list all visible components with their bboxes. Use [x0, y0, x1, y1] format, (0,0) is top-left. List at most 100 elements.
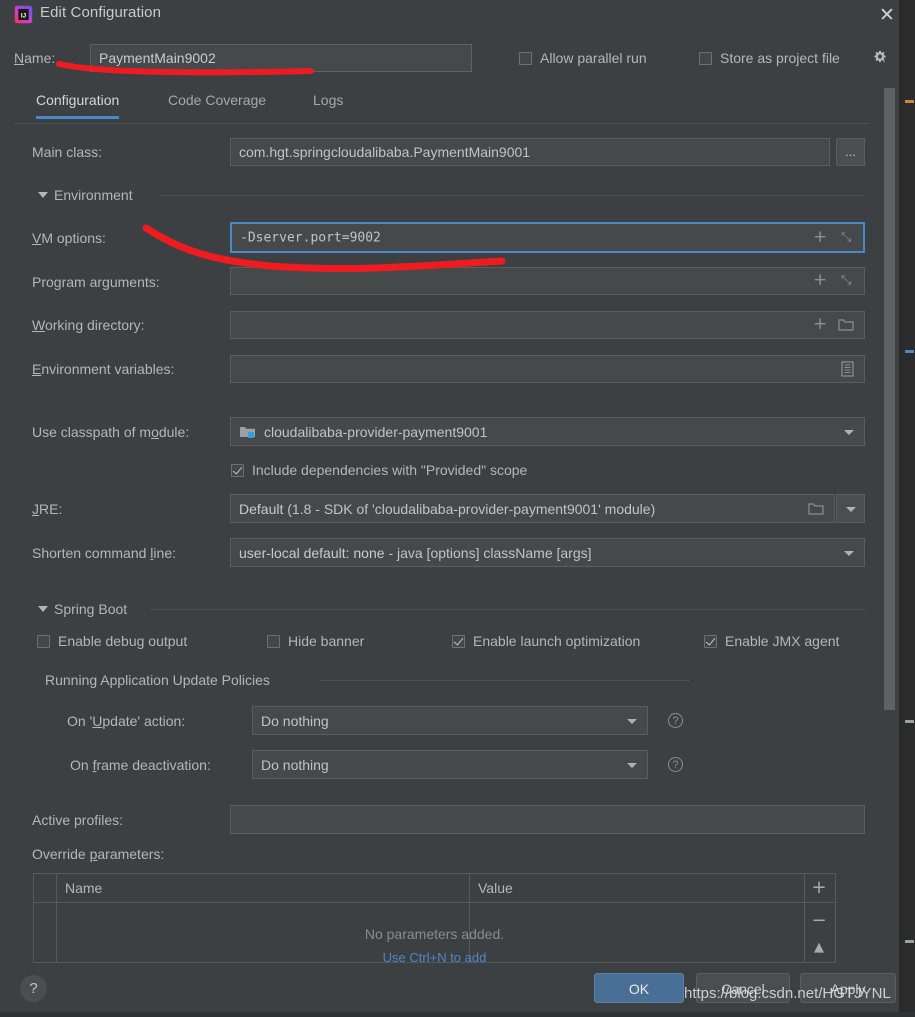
table-empty-message: No parameters added. — [364, 926, 505, 942]
vm-options-label: VM options: — [32, 230, 106, 246]
intellij-idea-icon: IJ — [14, 5, 33, 24]
enable-debug-output-checkbox[interactable]: Enable debug output — [37, 633, 187, 649]
shorten-command-line-label: Shorten command line: — [32, 545, 176, 561]
on-frame-deactivation-question-mark-icon[interactable]: ? — [668, 757, 683, 772]
jre-combo[interactable]: Default (1.8 - SDK of 'cloudalibaba-prov… — [230, 494, 835, 523]
on-frame-deactivation-label: On frame deactivation: — [70, 757, 211, 773]
enable-jmx-agent-checkbox[interactable]: Enable JMX agent — [704, 633, 839, 649]
hide-banner-checkbox[interactable]: Hide banner — [267, 633, 364, 649]
name-label: Name: — [14, 50, 56, 66]
main-class-input[interactable]: com.hgt.springcloudalibaba.PaymentMain90… — [230, 138, 830, 166]
title-bar: IJ Edit Configuration ✕ — [0, 0, 915, 29]
enable-jmx-agent-label: Enable JMX agent — [725, 633, 840, 649]
table-column-name: Name — [65, 880, 103, 896]
help-button[interactable]: ? — [20, 975, 47, 1002]
table-divider-mid — [469, 874, 470, 962]
active-profiles-label: Active profiles: — [32, 812, 124, 828]
hide-banner-box — [267, 635, 280, 648]
use-classpath-value: cloudalibaba-provider-payment9001 — [264, 423, 488, 440]
gutter-mark-other — [905, 720, 914, 723]
triangle-up-icon[interactable]: ▲ — [803, 940, 835, 955]
tab-configuration[interactable]: Configuration — [36, 92, 120, 119]
allow-parallel-run-label: Allow parallel run — [540, 50, 647, 66]
tab-bar: Configuration Code Coverage Logs — [0, 92, 886, 122]
spring-boot-section-label: Spring Boot — [54, 601, 128, 617]
update-policies-section-label: Running Application Update Policies — [45, 672, 270, 688]
gutter-mark-warning — [905, 100, 914, 103]
shorten-command-line-chevron-down-icon[interactable] — [844, 551, 854, 556]
jre-value: Default (1.8 - SDK of 'cloudalibaba-prov… — [239, 500, 656, 517]
environment-collapse-icon[interactable] — [38, 192, 48, 198]
table-column-value: Value — [478, 880, 513, 896]
on-frame-deactivation-combo[interactable]: Do nothing — [252, 750, 648, 779]
override-parameters-label: Override parameters: — [32, 846, 165, 862]
name-input-value: PaymentMain9002 — [99, 50, 216, 66]
hide-banner-label: Hide banner — [288, 633, 365, 649]
jre-label: JRE: — [32, 501, 63, 517]
on-update-action-chevron-down-icon[interactable] — [627, 719, 637, 724]
jre-chevron-down-button[interactable] — [836, 494, 865, 523]
on-frame-deactivation-chevron-down-icon[interactable] — [627, 763, 637, 768]
enable-debug-output-label: Enable debug output — [58, 633, 188, 649]
svg-text:IJ: IJ — [21, 12, 27, 19]
tab-code-coverage[interactable]: Code Coverage — [168, 92, 266, 115]
store-as-project-file-box — [699, 52, 712, 65]
store-as-project-file-checkbox[interactable]: Store as project file — [699, 50, 840, 66]
environment-variables-input[interactable] — [230, 355, 865, 383]
environment-section-divider — [160, 195, 865, 196]
on-update-action-label: On 'Update' action: — [67, 713, 186, 729]
program-arguments-add-icon[interactable]: + — [813, 272, 827, 289]
apply-button[interactable]: Apply — [800, 973, 896, 1003]
shorten-command-line-value: user-local default: none - java [options… — [239, 544, 592, 561]
jre-chevron-down-icon — [846, 507, 856, 512]
spring-boot-section-divider — [150, 609, 865, 610]
name-input[interactable]: PaymentMain9002 — [90, 44, 472, 72]
environment-section-label: Environment — [54, 187, 133, 203]
program-arguments-input[interactable] — [230, 267, 865, 295]
vm-options-expand-icon[interactable]: ⤡ — [841, 230, 851, 245]
enable-launch-optimization-label: Enable launch optimization — [473, 633, 641, 649]
vm-options-value: -Dserver.port=9002 — [240, 230, 381, 245]
plus-icon[interactable]: + — [803, 877, 835, 898]
program-arguments-expand-icon[interactable]: ⤡ — [841, 273, 851, 288]
gear-icon[interactable] — [872, 49, 888, 65]
override-parameters-table: Name Value No parameters added. Use Ctrl… — [33, 873, 836, 963]
folder-icon[interactable] — [838, 318, 854, 332]
vm-options-add-icon[interactable]: + — [813, 229, 827, 246]
environment-variables-browse-icon[interactable] — [841, 361, 854, 377]
edit-configuration-dialog: IJ Edit Configuration ✕ Name: PaymentMai… — [0, 0, 915, 1017]
enable-debug-output-box — [37, 635, 50, 648]
main-class-label: Main class: — [32, 144, 103, 160]
minus-icon[interactable]: − — [803, 910, 835, 931]
on-update-action-combo[interactable]: Do nothing — [252, 706, 648, 735]
enable-launch-optimization-checkbox[interactable]: Enable launch optimization — [452, 633, 640, 649]
update-policies-section-divider — [320, 680, 690, 681]
main-class-browse-button[interactable]: ... — [836, 138, 865, 166]
on-update-action-question-mark-icon[interactable]: ? — [668, 713, 683, 728]
working-directory-add-icon[interactable]: + — [813, 316, 827, 333]
active-profiles-input[interactable] — [230, 805, 865, 834]
shorten-command-line-combo[interactable]: user-local default: none - java [options… — [230, 538, 865, 567]
dialog-scrollbar-thumb[interactable] — [884, 88, 895, 710]
spring-boot-collapse-icon[interactable] — [38, 606, 48, 612]
allow-parallel-run-checkbox[interactable]: Allow parallel run — [519, 50, 647, 66]
use-classpath-chevron-down-icon[interactable] — [844, 430, 854, 435]
cancel-button[interactable]: Cancel — [696, 973, 790, 1003]
gutter-mark-info — [905, 350, 914, 353]
vm-options-input[interactable]: -Dserver.port=9002 — [230, 222, 865, 253]
working-directory-input[interactable] — [230, 311, 865, 339]
use-classpath-combo[interactable]: cloudalibaba-provider-payment9001 — [230, 417, 865, 446]
on-frame-deactivation-value: Do nothing — [261, 756, 329, 773]
editor-gutter-behind-dialog — [899, 0, 915, 1017]
window-title: Edit Configuration — [40, 4, 162, 21]
on-update-action-value: Do nothing — [261, 712, 329, 729]
use-classpath-label: Use classpath of module: — [32, 424, 190, 440]
table-empty-link[interactable]: Use Ctrl+N to add — [34, 950, 835, 962]
close-icon[interactable]: ✕ — [875, 3, 899, 27]
ok-button[interactable]: OK — [594, 973, 684, 1003]
include-provided-scope-box — [231, 464, 244, 477]
jre-folder-icon[interactable] — [808, 502, 824, 516]
include-provided-scope-checkbox[interactable]: Include dependencies with "Provided" sco… — [231, 462, 527, 478]
tab-logs[interactable]: Logs — [313, 92, 343, 115]
working-directory-label: Working directory: — [32, 317, 145, 333]
